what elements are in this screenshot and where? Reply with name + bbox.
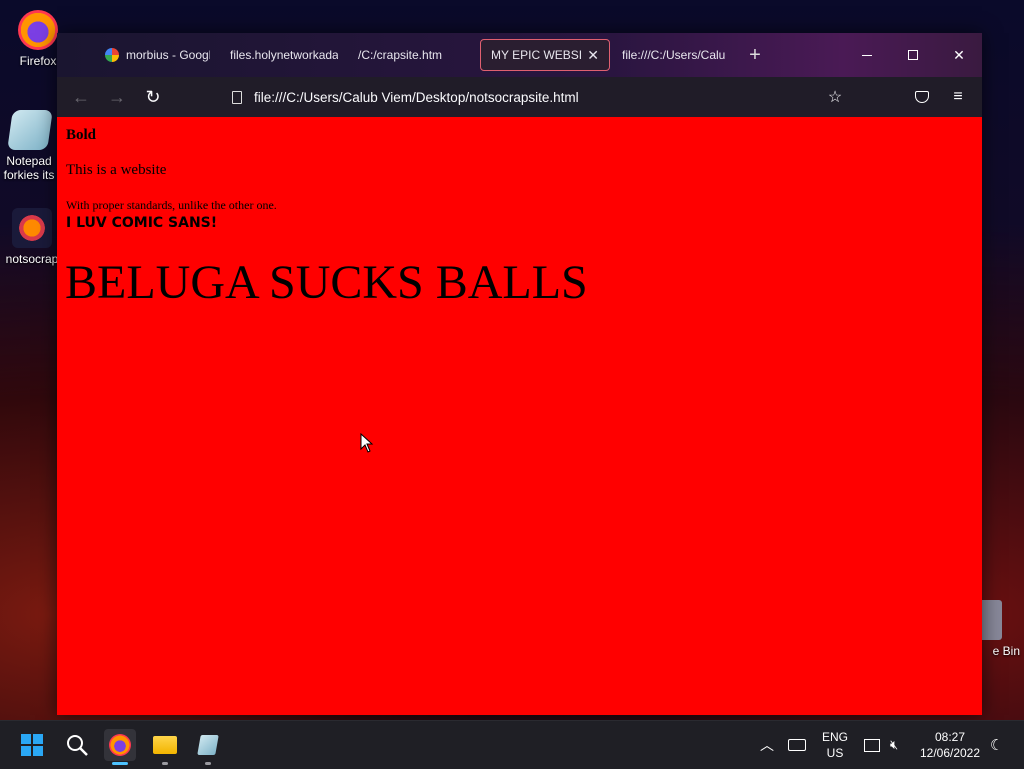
language-indicator[interactable]: ENG US bbox=[822, 721, 848, 769]
menu-button[interactable]: ≡ bbox=[943, 77, 973, 117]
search-icon bbox=[67, 735, 88, 756]
paragraph-website: This is a website bbox=[66, 162, 167, 178]
desktop-icon-label: Notepad forkies its bbox=[3, 154, 55, 182]
pocket-icon bbox=[915, 91, 929, 103]
url-text: file:///C:/Users/Calub Viem/Desktop/nots… bbox=[254, 89, 579, 105]
network-button[interactable] bbox=[864, 721, 880, 769]
google-icon bbox=[105, 48, 119, 62]
clock-date: 12/06/2022 bbox=[919, 746, 981, 760]
volume-button[interactable]: 🔇︎ bbox=[890, 721, 898, 769]
search-button[interactable] bbox=[61, 729, 93, 761]
new-tab-button[interactable]: + bbox=[740, 44, 770, 67]
arrow-right-icon: → bbox=[108, 86, 126, 107]
tab-holynetwork[interactable]: files.holynetworkada bbox=[220, 39, 348, 71]
tab-label: MY EPIC WEBSIGH bbox=[491, 48, 582, 62]
close-icon[interactable]: ✕ bbox=[587, 47, 599, 64]
show-hidden-icons-button[interactable]: ︿ bbox=[760, 721, 774, 769]
bold-text: Bold bbox=[66, 127, 97, 143]
tab-epic-website[interactable]: MY EPIC WEBSIGH ✕ bbox=[480, 39, 610, 71]
chevron-up-icon: ︿ bbox=[760, 737, 774, 753]
pocket-button[interactable] bbox=[907, 77, 937, 117]
clock[interactable]: 08:27 12/06/2022 bbox=[918, 721, 982, 769]
page-content: Bold This is a website With proper stand… bbox=[57, 117, 982, 715]
browser-window: morbius - Googl files.holynetworkada /C:… bbox=[57, 33, 982, 715]
tab-crapsite[interactable]: /C:/crapsite.htm bbox=[348, 39, 478, 71]
tab-label: file:///C:/Users/Calu bbox=[622, 48, 726, 62]
desktop-icon-label: notsocrap bbox=[5, 252, 59, 266]
taskbar-file-explorer[interactable] bbox=[149, 729, 181, 765]
desktop-icon-notsocrap[interactable]: notsocrap bbox=[2, 208, 62, 266]
html-file-icon bbox=[12, 208, 52, 248]
notepad-icon bbox=[197, 735, 219, 755]
notepad-icon bbox=[7, 110, 53, 150]
tab-label: files.holynetworkada bbox=[230, 48, 338, 62]
reload-icon: ↻ bbox=[145, 86, 161, 107]
desktop-icon-notepad[interactable]: Notepad forkies its bbox=[0, 110, 60, 182]
comic-sans-text: I LUV COMIC SANS! bbox=[66, 215, 218, 231]
volume-muted-icon: 🔇︎ bbox=[890, 737, 899, 752]
reload-button[interactable]: ↻ bbox=[135, 87, 171, 108]
close-window-button[interactable]: ✕ bbox=[936, 33, 982, 77]
minimize-button[interactable] bbox=[844, 33, 890, 77]
maximize-button[interactable] bbox=[890, 33, 936, 77]
star-icon: ☆ bbox=[827, 89, 843, 106]
taskbar: ︿ ENG US 🔇︎ 08:27 12/06/2022 ☾ bbox=[0, 720, 1024, 769]
maximize-icon bbox=[908, 50, 918, 60]
start-button[interactable] bbox=[16, 729, 48, 761]
network-icon bbox=[864, 738, 880, 752]
focus-assist-button[interactable]: ☾ bbox=[990, 721, 1003, 769]
forward-button[interactable]: → bbox=[99, 87, 135, 108]
tab-file-users[interactable]: file:///C:/Users/Calu bbox=[612, 39, 740, 71]
touch-keyboard-button[interactable] bbox=[788, 721, 806, 769]
language-code: ENG bbox=[822, 730, 849, 744]
firefox-icon bbox=[109, 734, 131, 756]
windows-icon bbox=[21, 734, 43, 756]
page-heading: BELUGA SUCKS BALLS bbox=[65, 256, 588, 309]
close-icon: ✕ bbox=[953, 46, 965, 63]
mouse-cursor-icon bbox=[360, 432, 374, 458]
keyboard-icon bbox=[788, 739, 806, 751]
firefox-icon bbox=[18, 10, 58, 50]
nav-bar: ← → ↻ file:///C:/Users/Calub Viem/Deskto… bbox=[57, 77, 982, 118]
paragraph-standards: With proper standards, unlike the other … bbox=[66, 198, 277, 212]
moon-icon: ☾ bbox=[990, 737, 1004, 754]
back-button[interactable]: ← bbox=[63, 87, 99, 108]
tab-morbius[interactable]: morbius - Googl bbox=[95, 39, 220, 71]
region-code: US bbox=[826, 746, 844, 760]
taskbar-firefox[interactable] bbox=[104, 729, 136, 765]
bookmark-button[interactable]: ☆ bbox=[820, 77, 850, 117]
url-bar[interactable]: file:///C:/Users/Calub Viem/Desktop/nots… bbox=[232, 77, 579, 117]
tab-label: /C:/crapsite.htm bbox=[358, 48, 443, 62]
arrow-left-icon: ← bbox=[72, 86, 90, 107]
tab-label: morbius - Googl bbox=[126, 48, 210, 62]
hamburger-icon: ≡ bbox=[953, 88, 963, 105]
tab-bar: morbius - Googl files.holynetworkada /C:… bbox=[57, 33, 982, 77]
folder-icon bbox=[153, 736, 177, 754]
minimize-icon bbox=[862, 54, 872, 56]
page-icon bbox=[232, 90, 242, 104]
clock-time: 08:27 bbox=[934, 730, 966, 744]
taskbar-notepad[interactable] bbox=[192, 729, 224, 765]
